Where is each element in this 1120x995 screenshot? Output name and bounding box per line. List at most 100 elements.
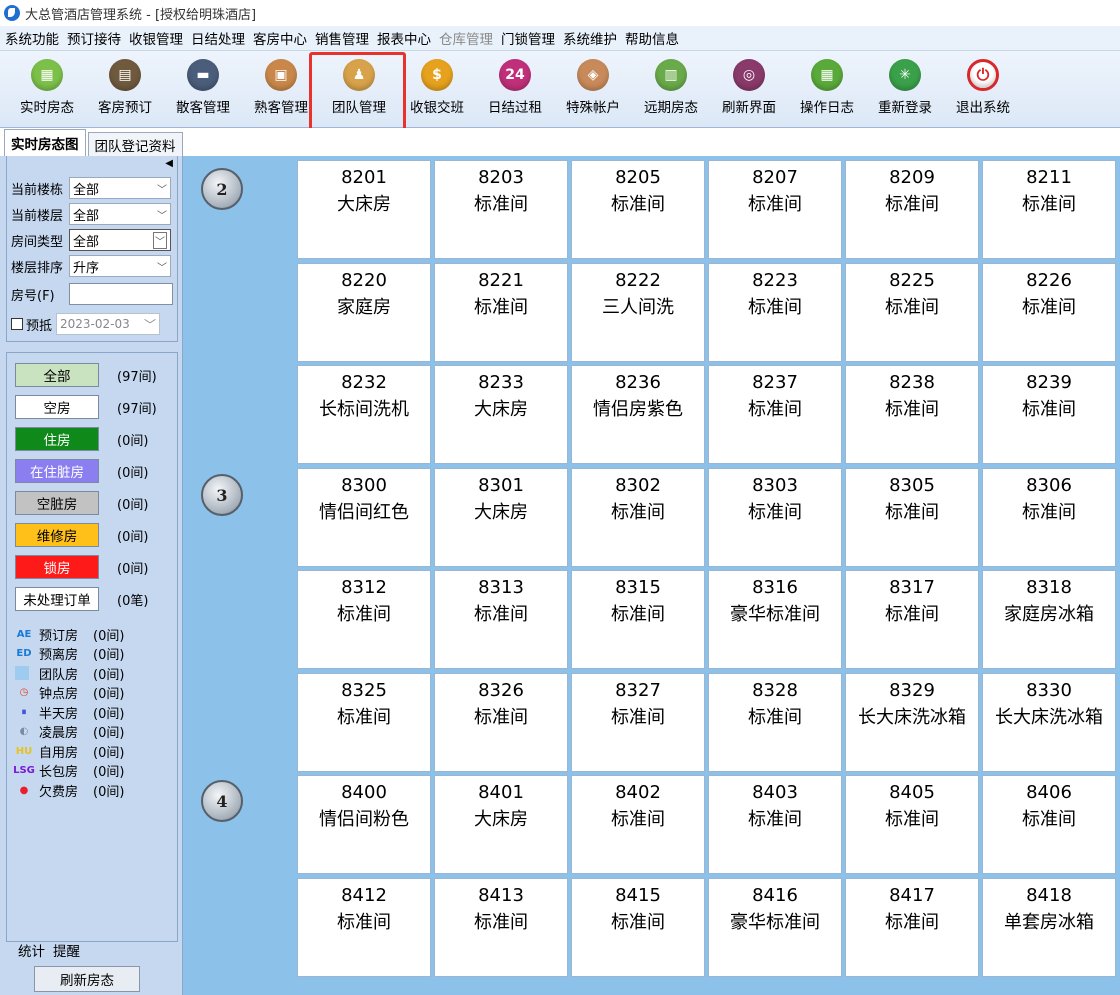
room-card[interactable]: 8232 长标间洗机: [297, 365, 431, 464]
room-card[interactable]: 8417 标准间: [845, 877, 979, 977]
toolbar-button-8[interactable]: ▥ 远期房态: [633, 57, 709, 123]
room-card[interactable]: 8413 标准间: [434, 877, 568, 977]
room-card[interactable]: 8222 三人间洗: [571, 262, 705, 362]
room-card[interactable]: 8326 标准间: [434, 672, 568, 772]
menu-item-9[interactable]: 系统维护: [563, 28, 617, 48]
toolbar-button-2[interactable]: ▬ 散客管理: [165, 57, 241, 123]
room-card[interactable]: 8233 大床房: [434, 365, 568, 464]
room-card[interactable]: 8329 长大床洗冰箱: [845, 672, 979, 772]
room-card[interactable]: 8300 情侣间红色: [297, 467, 431, 567]
room-card[interactable]: 8305 标准间: [845, 467, 979, 567]
building-select[interactable]: 全部 ﹀: [69, 177, 171, 199]
status-filter-button[interactable]: 维修房: [15, 523, 99, 547]
room-card[interactable]: 8318 家庭房冰箱: [982, 570, 1116, 669]
toolbar-button-12[interactable]: ⏻ 退出系统: [945, 57, 1021, 123]
filter-floor-label: 当前楼层: [11, 208, 64, 224]
room-card[interactable]: 8330 长大床洗冰箱: [982, 672, 1116, 772]
room-card[interactable]: 8315 标准间: [571, 570, 705, 669]
room-card[interactable]: 8418 单套房冰箱: [982, 877, 1116, 977]
prepay-date-picker[interactable]: 2023-02-03 ﹀: [56, 313, 161, 335]
room-type-select[interactable]: 全部 ﹀: [69, 229, 171, 251]
room-card[interactable]: 8325 标准间: [297, 672, 431, 772]
tab-team-registration[interactable]: 团队登记资料: [87, 132, 183, 156]
toolbar-button-3[interactable]: ▣ 熟客管理: [243, 57, 319, 123]
room-card[interactable]: 8211 标准间: [982, 160, 1116, 259]
status-filter-button[interactable]: 全部: [15, 363, 99, 387]
room-card[interactable]: 8225 标准间: [845, 262, 979, 362]
room-card[interactable]: 8223 标准间: [708, 262, 842, 362]
menu-item-5[interactable]: 销售管理: [315, 28, 369, 48]
sort-select[interactable]: 升序 ﹀: [69, 255, 171, 277]
room-card[interactable]: 8316 豪华标准间: [708, 570, 842, 669]
toolbar-button-11[interactable]: ✳ 重新登录: [867, 57, 943, 123]
room-card[interactable]: 8328 标准间: [708, 672, 842, 772]
toolbar-button-10[interactable]: ▦ 操作日志: [789, 57, 865, 123]
room-type: 情侣间粉色: [319, 809, 409, 830]
toolbar-button-0[interactable]: ▦ 实时房态: [9, 57, 85, 123]
room-card[interactable]: 8301 大床房: [434, 467, 568, 567]
status-filter-button[interactable]: 空脏房: [15, 491, 99, 515]
floor-select[interactable]: 全部 ﹀: [69, 203, 171, 225]
room-card[interactable]: 8226 标准间: [982, 262, 1116, 362]
room-card[interactable]: 8416 豪华标准间: [708, 877, 842, 977]
room-card[interactable]: 8237 标准间: [708, 365, 842, 464]
menu-item-1[interactable]: 预订接待: [67, 28, 121, 48]
status-filter-button[interactable]: 未处理订单: [15, 587, 99, 611]
room-card[interactable]: 8221 标准间: [434, 262, 568, 362]
status-filter-button[interactable]: 锁房: [15, 555, 99, 579]
menu-item-2[interactable]: 收银管理: [129, 28, 183, 48]
tab-reminders[interactable]: 提醒: [53, 940, 80, 960]
floor-badge[interactable]: 3: [201, 474, 243, 516]
room-card[interactable]: 8236 情侣房紫色: [571, 365, 705, 464]
room-card[interactable]: 8327 标准间: [571, 672, 705, 772]
menu-item-3[interactable]: 日结处理: [191, 28, 245, 48]
collapse-arrow-icon[interactable]: ◀: [165, 158, 173, 169]
room-card[interactable]: 8400 情侣间粉色: [297, 775, 431, 874]
room-card[interactable]: 8306 标准间: [982, 467, 1116, 567]
floor-badge[interactable]: 4: [201, 780, 243, 822]
status-filter-button[interactable]: 在住脏房: [15, 459, 99, 483]
room-number: 8328: [752, 679, 798, 701]
toolbar-button-9[interactable]: ◎ 刷新界面: [711, 57, 787, 123]
room-card[interactable]: 8402 标准间: [571, 775, 705, 874]
room-card[interactable]: 8209 标准间: [845, 160, 979, 259]
room-card[interactable]: 8220 家庭房: [297, 262, 431, 362]
tab-statistics[interactable]: 统计: [18, 940, 45, 960]
menu-item-0[interactable]: 系统功能: [5, 28, 59, 48]
room-number-input[interactable]: [69, 283, 173, 305]
menu-item-6[interactable]: 报表中心: [377, 28, 431, 48]
room-card[interactable]: 8239 标准间: [982, 365, 1116, 464]
room-card[interactable]: 8302 标准间: [571, 467, 705, 567]
room-card[interactable]: 8415 标准间: [571, 877, 705, 977]
menu-item-7[interactable]: 仓库管理: [439, 28, 493, 48]
room-card[interactable]: 8312 标准间: [297, 570, 431, 669]
room-card[interactable]: 8401 大床房: [434, 775, 568, 874]
toolbar-button-7[interactable]: ◈ 特殊帐户: [555, 57, 631, 123]
refresh-room-status-button[interactable]: 刷新房态: [34, 966, 140, 992]
room-card[interactable]: 8403 标准间: [708, 775, 842, 874]
toolbar-button-1[interactable]: ▤ 客房预订: [87, 57, 163, 123]
floor-badge[interactable]: 2: [201, 168, 243, 210]
toolbar-button-6[interactable]: 24 日结过租: [477, 57, 553, 123]
room-card[interactable]: 8205 标准间: [571, 160, 705, 259]
room-type: 标准间: [885, 296, 939, 318]
prepay-checkbox[interactable]: [11, 318, 23, 330]
tab-room-status-map[interactable]: 实时房态图: [4, 129, 86, 156]
status-filter-button[interactable]: 空房: [15, 395, 99, 419]
room-card[interactable]: 8303 标准间: [708, 467, 842, 567]
menu-item-8[interactable]: 门锁管理: [501, 28, 555, 48]
room-card[interactable]: 8207 标准间: [708, 160, 842, 259]
room-card[interactable]: 8406 标准间: [982, 775, 1116, 874]
room-card[interactable]: 8317 标准间: [845, 570, 979, 669]
room-card[interactable]: 8412 标准间: [297, 877, 431, 977]
room-card[interactable]: 8201 大床房: [297, 160, 431, 259]
room-card[interactable]: 8238 标准间: [845, 365, 979, 464]
room-card[interactable]: 8405 标准间: [845, 775, 979, 874]
status-filter-button[interactable]: 住房: [15, 427, 99, 451]
toolbar-button-5[interactable]: $ 收银交班: [399, 57, 475, 123]
menu-item-4[interactable]: 客房中心: [253, 28, 307, 48]
room-card[interactable]: 8203 标准间: [434, 160, 568, 259]
menu-item-10[interactable]: 帮助信息: [625, 28, 679, 48]
room-card[interactable]: 8313 标准间: [434, 570, 568, 669]
toolbar-button-4[interactable]: ♟ 团队管理: [321, 57, 397, 123]
